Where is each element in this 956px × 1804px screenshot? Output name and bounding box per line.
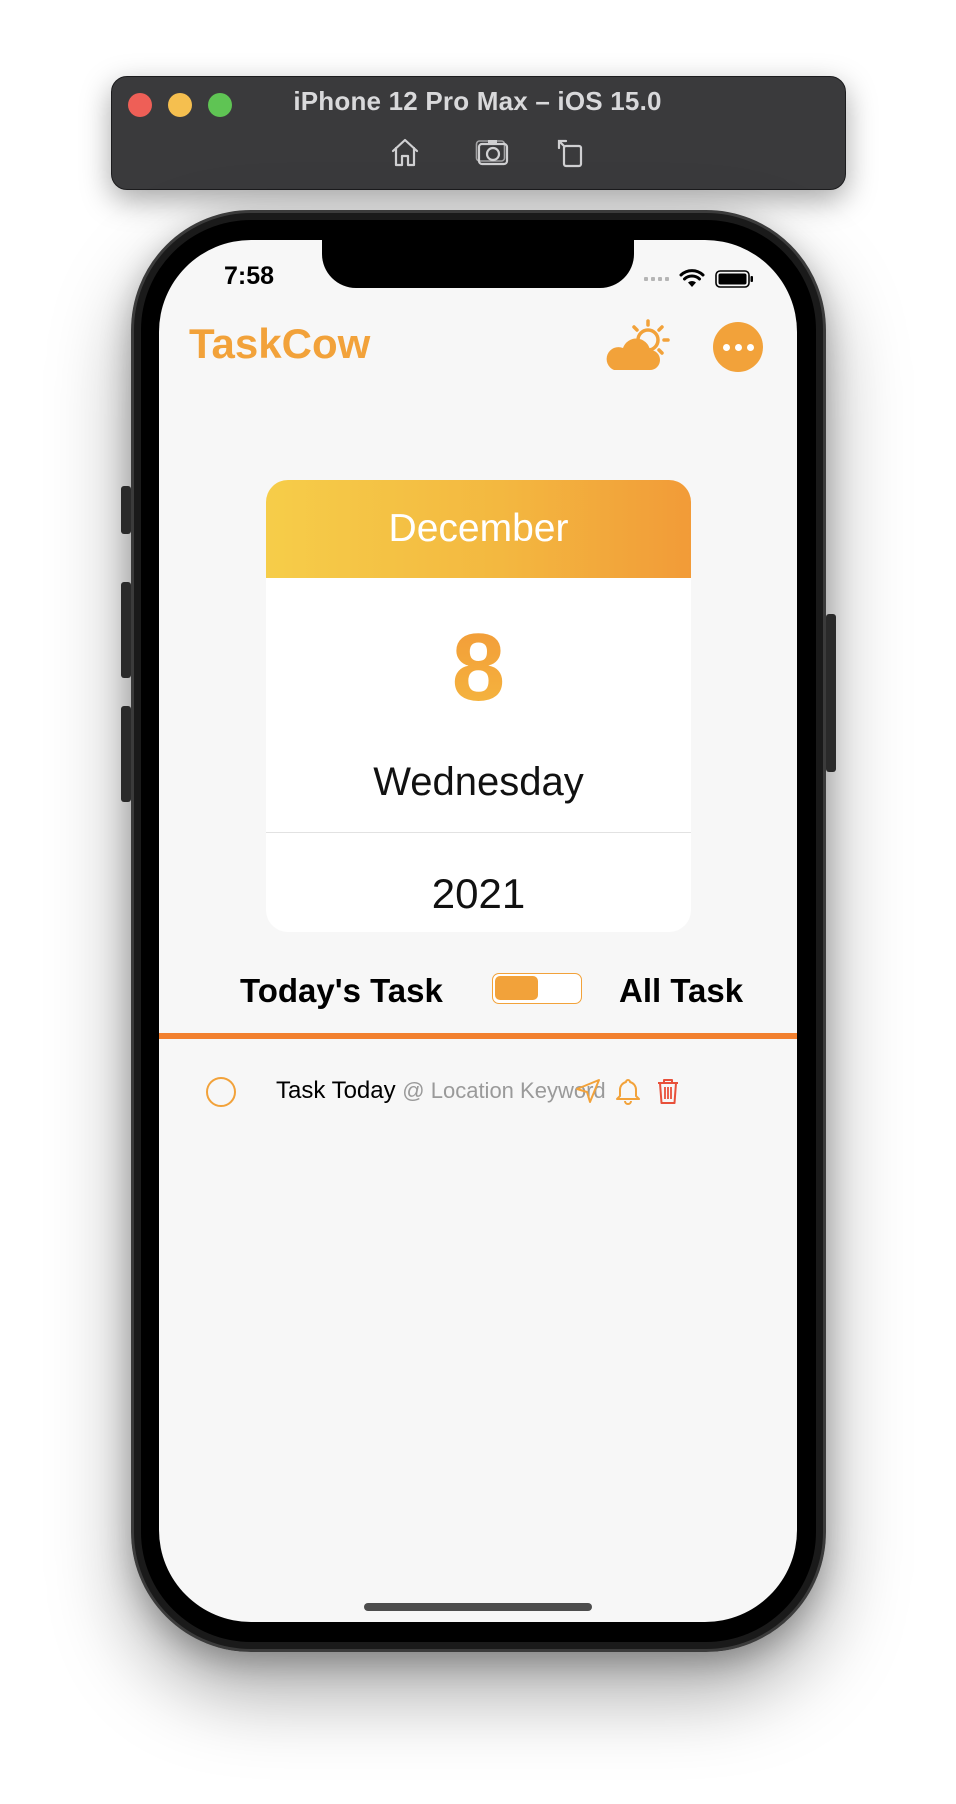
volume-down-button	[121, 706, 131, 802]
battery-icon	[715, 270, 753, 288]
ellipsis-icon	[722, 343, 730, 351]
calendar-year: 2021	[431, 870, 526, 917]
task-complete-checkbox[interactable]	[206, 1077, 236, 1107]
task-title[interactable]: Task Today @ Location Keyword	[276, 1077, 606, 1105]
screenshot-icon[interactable]	[475, 134, 511, 170]
bell-icon[interactable]	[613, 1076, 643, 1106]
all-task-label[interactable]: All Task	[619, 972, 743, 1010]
date-card: December 8 Wednesday 2021	[266, 480, 691, 932]
signal-icon	[644, 277, 669, 281]
calendar-month: December	[266, 480, 691, 578]
notch	[322, 240, 634, 288]
rotate-icon[interactable]	[553, 134, 589, 170]
section-divider	[159, 1033, 797, 1039]
task-name: Task Today	[276, 1077, 396, 1104]
calendar-weekday: Wednesday	[373, 760, 584, 804]
silent-switch	[121, 486, 131, 534]
partly-cloudy-icon[interactable]	[602, 318, 678, 374]
todays-task-label[interactable]: Today's Task	[240, 972, 443, 1010]
status-time: 7:58	[224, 262, 275, 290]
task-filter-toggle[interactable]	[492, 973, 582, 1004]
calendar-day: 8	[266, 618, 691, 718]
status-icons	[644, 268, 755, 290]
more-options-button[interactable]	[713, 322, 763, 372]
app-screen: 7:58 TaskCow December 8 Wednesday 2021 T…	[159, 240, 797, 1622]
home-icon[interactable]	[387, 134, 423, 170]
app-title: TaskCow	[189, 320, 371, 367]
calendar-divider	[266, 832, 691, 833]
power-button	[826, 614, 836, 772]
wifi-icon	[679, 269, 705, 287]
toggle-knob	[495, 976, 538, 1000]
location-arrow-icon[interactable]	[573, 1076, 603, 1106]
home-indicator[interactable]	[364, 1603, 592, 1611]
trash-icon[interactable]	[653, 1076, 683, 1106]
volume-up-button	[121, 582, 131, 678]
simulator-title: iPhone 12 Pro Max – iOS 15.0	[293, 86, 662, 116]
